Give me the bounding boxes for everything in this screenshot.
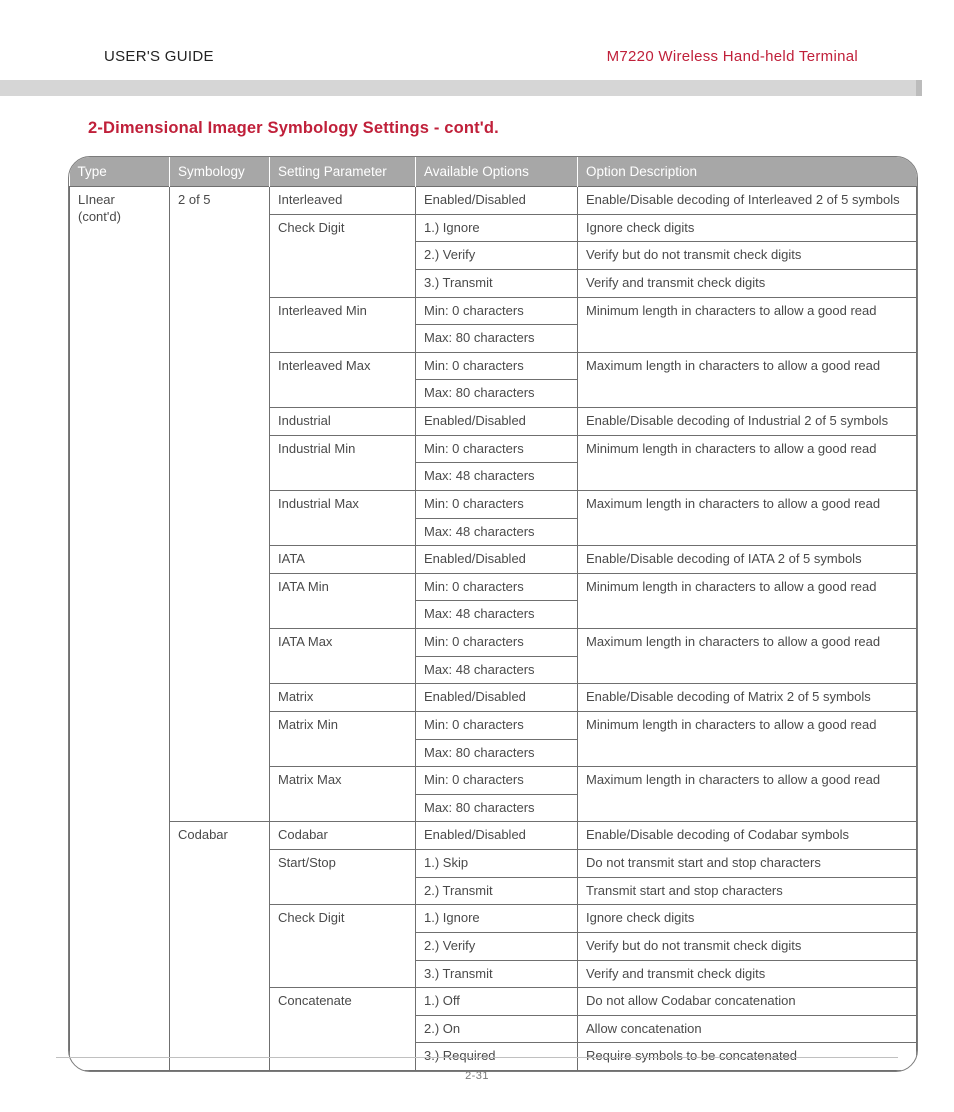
cell-option: 3.) Transmit bbox=[416, 960, 578, 988]
cell-option: 2.) Transmit bbox=[416, 877, 578, 905]
cell-param: IATA Min bbox=[270, 573, 416, 628]
cell-option: Max: 48 characters bbox=[416, 518, 578, 546]
cell-desc: Enable/Disable decoding of Industrial 2 … bbox=[578, 408, 917, 436]
cell-option: Enabled/Disabled bbox=[416, 408, 578, 436]
cell-desc: Do not transmit start and stop character… bbox=[578, 850, 917, 878]
cell-param: Interleaved bbox=[270, 187, 416, 215]
cell-param: Check Digit bbox=[270, 214, 416, 297]
cell-option: Enabled/Disabled bbox=[416, 546, 578, 574]
cell-desc: Allow concatenation bbox=[578, 1015, 917, 1043]
cell-desc: Minimum length in characters to allow a … bbox=[578, 711, 917, 766]
cell-option: Max: 48 characters bbox=[416, 601, 578, 629]
cell-desc: Minimum length in characters to allow a … bbox=[578, 435, 917, 490]
cell-option: 2.) Verify bbox=[416, 932, 578, 960]
cell-param: Matrix Min bbox=[270, 711, 416, 766]
cell-option: Min: 0 characters bbox=[416, 490, 578, 518]
table-row: CodabarCodabarEnabled/DisabledEnable/Dis… bbox=[70, 822, 917, 850]
cell-desc: Minimum length in characters to allow a … bbox=[578, 297, 917, 352]
cell-desc: Enable/Disable decoding of Matrix 2 of 5… bbox=[578, 684, 917, 712]
cell-desc: Maximum length in characters to allow a … bbox=[578, 352, 917, 407]
header-right: M7220 Wireless Hand-held Terminal bbox=[607, 48, 858, 65]
cell-desc: Maximum length in characters to allow a … bbox=[578, 490, 917, 545]
page-footer: 2-31 bbox=[56, 1057, 898, 1084]
cell-desc: Enable/Disable decoding of Interleaved 2… bbox=[578, 187, 917, 215]
cell-param: Interleaved Min bbox=[270, 297, 416, 352]
table-body: LInear (cont'd)2 of 5InterleavedEnabled/… bbox=[70, 187, 917, 1071]
cell-option: 1.) Ignore bbox=[416, 905, 578, 933]
document-page: USER'S GUIDE M7220 Wireless Hand-held Te… bbox=[0, 0, 954, 1112]
cell-desc: Transmit start and stop characters bbox=[578, 877, 917, 905]
cell-option: Min: 0 characters bbox=[416, 297, 578, 325]
cell-param: Industrial Max bbox=[270, 490, 416, 545]
cell-param: IATA bbox=[270, 546, 416, 574]
cell-param: Matrix Max bbox=[270, 767, 416, 822]
cell-desc: Verify but do not transmit check digits bbox=[578, 242, 917, 270]
page-header: USER'S GUIDE M7220 Wireless Hand-held Te… bbox=[104, 48, 858, 65]
page-number: 2-31 bbox=[465, 1070, 489, 1082]
cell-param: Codabar bbox=[270, 822, 416, 850]
header-rule-bar bbox=[0, 80, 920, 96]
cell-desc: Verify and transmit check digits bbox=[578, 960, 917, 988]
cell-option: Enabled/Disabled bbox=[416, 187, 578, 215]
cell-desc: Ignore check digits bbox=[578, 905, 917, 933]
cell-option: Enabled/Disabled bbox=[416, 822, 578, 850]
cell-option: Max: 48 characters bbox=[416, 656, 578, 684]
cell-option: 1.) Off bbox=[416, 988, 578, 1016]
cell-param: IATA Max bbox=[270, 629, 416, 684]
cell-option: 1.) Skip bbox=[416, 850, 578, 878]
col-description: Option Description bbox=[578, 157, 917, 187]
cell-option: Min: 0 characters bbox=[416, 435, 578, 463]
cell-symbology: 2 of 5 bbox=[170, 187, 270, 822]
col-type: Type bbox=[70, 157, 170, 187]
cell-symbology: Codabar bbox=[170, 822, 270, 1071]
table-head: Type Symbology Setting Parameter Availab… bbox=[70, 157, 917, 187]
cell-option: Min: 0 characters bbox=[416, 629, 578, 657]
settings-table-wrap: Type Symbology Setting Parameter Availab… bbox=[68, 156, 918, 1072]
cell-option: Max: 80 characters bbox=[416, 794, 578, 822]
cell-desc: Verify but do not transmit check digits bbox=[578, 932, 917, 960]
cell-option: Min: 0 characters bbox=[416, 711, 578, 739]
cell-param: Industrial bbox=[270, 408, 416, 436]
cell-type: LInear (cont'd) bbox=[70, 187, 170, 1071]
cell-option: Max: 80 characters bbox=[416, 380, 578, 408]
cell-option: Max: 48 characters bbox=[416, 463, 578, 491]
cell-desc: Maximum length in characters to allow a … bbox=[578, 767, 917, 822]
section-title: 2-Dimensional Imager Symbology Settings … bbox=[88, 119, 898, 138]
cell-option: 3.) Transmit bbox=[416, 269, 578, 297]
header-left: USER'S GUIDE bbox=[104, 48, 214, 65]
cell-option: 2.) On bbox=[416, 1015, 578, 1043]
cell-option: 2.) Verify bbox=[416, 242, 578, 270]
cell-desc: Enable/Disable decoding of Codabar symbo… bbox=[578, 822, 917, 850]
cell-desc: Verify and transmit check digits bbox=[578, 269, 917, 297]
cell-desc: Maximum length in characters to allow a … bbox=[578, 629, 917, 684]
cell-option: Min: 0 characters bbox=[416, 767, 578, 795]
cell-option: Enabled/Disabled bbox=[416, 684, 578, 712]
col-param: Setting Parameter bbox=[270, 157, 416, 187]
cell-param: Start/Stop bbox=[270, 850, 416, 905]
col-symbology: Symbology bbox=[170, 157, 270, 187]
cell-option: 1.) Ignore bbox=[416, 214, 578, 242]
table-row: LInear (cont'd)2 of 5InterleavedEnabled/… bbox=[70, 187, 917, 215]
cell-desc: Minimum length in characters to allow a … bbox=[578, 573, 917, 628]
cell-option: Min: 0 characters bbox=[416, 573, 578, 601]
cell-param: Matrix bbox=[270, 684, 416, 712]
footer-rule bbox=[56, 1057, 898, 1058]
cell-param: Check Digit bbox=[270, 905, 416, 988]
cell-desc: Do not allow Codabar concatenation bbox=[578, 988, 917, 1016]
settings-table: Type Symbology Setting Parameter Availab… bbox=[69, 157, 917, 1071]
cell-desc: Enable/Disable decoding of IATA 2 of 5 s… bbox=[578, 546, 917, 574]
cell-param: Interleaved Max bbox=[270, 352, 416, 407]
cell-option: Min: 0 characters bbox=[416, 352, 578, 380]
col-options: Available Options bbox=[416, 157, 578, 187]
cell-param: Industrial Min bbox=[270, 435, 416, 490]
cell-option: Max: 80 characters bbox=[416, 739, 578, 767]
cell-option: Max: 80 characters bbox=[416, 325, 578, 353]
cell-desc: Ignore check digits bbox=[578, 214, 917, 242]
